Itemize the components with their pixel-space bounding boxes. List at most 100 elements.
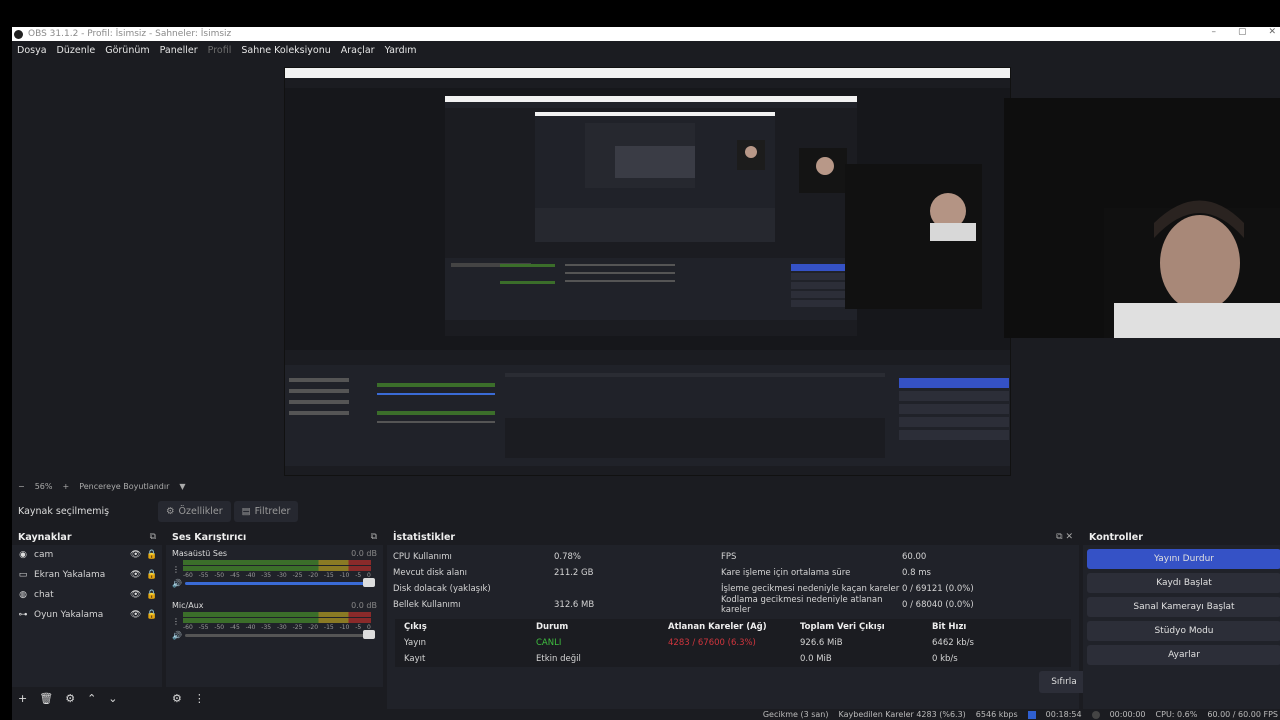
source-item-cam[interactable]: ◉ cam 👁 🔒 — [12, 545, 162, 565]
start-recording-button[interactable]: Kaydı Başlat — [1087, 573, 1280, 593]
stats-title: İstatistikler — [393, 531, 456, 543]
move-up-icon[interactable]: ⌃ — [87, 692, 96, 705]
volume-meter: -60 -55 -50 -45 -40 -35 -30 -25 -20 -15 -10 -5 0 — [183, 612, 371, 631]
table-header: Çıkış Durum Atlanan Kareler (Ağ) Toplam Ver… — [404, 622, 967, 632]
zoom-out-button[interactable]: − — [18, 482, 25, 491]
obs-window: OBS 31.1.2 - Profil: İsimsiz - Sahneler:… — [12, 27, 1280, 720]
preview-area[interactable] — [12, 60, 1280, 478]
gear-icon[interactable]: ⚙ — [65, 692, 75, 705]
channel-name: Masaüstü Ses — [172, 549, 228, 558]
lock-icon[interactable]: 🔒 — [146, 550, 157, 560]
zoom-value: 56% — [34, 482, 53, 491]
dropped-frames-status: Kaybedilen Kareler 4283 (%6.3) — [838, 710, 966, 719]
eye-icon[interactable]: 👁 — [130, 590, 141, 600]
close-button[interactable]: ✕ — [1268, 27, 1276, 37]
more-options-icon[interactable]: ⋮ — [194, 692, 205, 705]
start-virtual-camera-button[interactable]: Sanal Kamerayı Başlat — [1087, 597, 1280, 617]
recursive-preview-image — [285, 68, 1010, 475]
zoom-in-button[interactable]: + — [62, 482, 69, 491]
bitrate-status: 6546 kbps — [975, 710, 1018, 719]
eye-icon[interactable]: 👁 — [130, 610, 141, 620]
stream-time: 00:18:54 — [1045, 710, 1082, 719]
menu-docks[interactable]: Paneller — [160, 45, 198, 56]
menu-profile[interactable]: Profil — [208, 45, 232, 56]
eye-icon[interactable]: 👁 — [130, 570, 141, 580]
lock-icon[interactable]: 🔒 — [146, 570, 157, 580]
lock-icon[interactable]: 🔒 — [146, 590, 157, 600]
controls-dock: Kontroller Yayını Durdur Kaydı Başlat Sa… — [1083, 529, 1280, 709]
table-row: Kayıt Etkin değil 0.0 MiB 0 kb/s — [404, 654, 958, 664]
record-icon — [1091, 710, 1100, 719]
controls-header: Kontroller — [1083, 529, 1280, 545]
status-bar: Gecikme (3 san) Kaybedilen Kareler 4283 … — [12, 709, 1280, 720]
properties-button[interactable]: ⚙ Özellikler — [158, 501, 231, 522]
speaker-icon[interactable]: 🔊 — [172, 579, 182, 588]
stats-row: Mevcut disk alanı 211.2 GB Kare işleme iç… — [393, 568, 931, 578]
mixer-title: Ses Karıştırıcı — [172, 531, 247, 543]
fit-to-window-label[interactable]: Pencereye Boyutlandır — [79, 482, 169, 491]
more-options-icon[interactable]: ⋮ — [172, 565, 180, 574]
filters-button[interactable]: ▤ Filtreler — [233, 501, 299, 522]
gamepad-icon: ⊶ — [18, 610, 28, 620]
channel-db: 0.0 dB — [351, 601, 377, 610]
audio-mixer-dock: Ses Karıştırıcı ⧉ Masaüstü Ses 0.0 dB ⋮ … — [166, 529, 383, 709]
reset-button[interactable]: Sıfırla — [1039, 671, 1089, 693]
channel-db: 0.0 dB — [351, 549, 377, 558]
properties-label: Özellikler — [178, 506, 223, 517]
dropped-frames: 4283 / 67600 (6.3%) — [668, 638, 756, 648]
source-label: chat — [34, 590, 54, 600]
title-bar: OBS 31.1.2 - Profil: İsimsiz - Sahneler:… — [12, 27, 1280, 41]
minimize-button[interactable]: – — [1211, 27, 1216, 37]
move-down-icon[interactable]: ⌄ — [108, 692, 117, 705]
preview-canvas[interactable] — [284, 67, 1011, 476]
eye-icon[interactable]: 👁 — [130, 550, 141, 560]
source-item-game-capture[interactable]: ⊶ Oyun Yakalama 👁 🔒 — [12, 605, 162, 625]
settings-button[interactable]: Ayarlar — [1087, 645, 1280, 665]
stop-streaming-button[interactable]: Yayını Durdur — [1087, 549, 1280, 569]
fps-status: 60.00 / 60.00 FPS — [1207, 710, 1278, 719]
filters-label: Filtreler — [254, 506, 291, 517]
close-icon[interactable]: ✕ — [1065, 532, 1073, 542]
stream-live-icon — [1027, 710, 1036, 719]
menu-help[interactable]: Yardım — [385, 45, 417, 56]
more-options-icon[interactable]: ⋮ — [172, 617, 180, 626]
source-toolbar: Kaynak seçilmemiş ⚙ Özellikler ▤ Filtrel… — [12, 499, 1280, 524]
source-item-chat[interactable]: ◍ chat 👁 🔒 — [12, 585, 162, 605]
mixer-footer: ⚙ ⋮ — [166, 687, 383, 709]
studio-mode-button[interactable]: Stüdyo Modu — [1087, 621, 1280, 641]
globe-icon: ◍ — [19, 590, 27, 600]
dock-float-icon[interactable]: ⧉ — [371, 532, 377, 542]
controls-title: Kontroller — [1089, 531, 1143, 543]
sources-header: Kaynaklar ⧉ — [12, 529, 162, 545]
maximize-button[interactable]: ▢ — [1238, 27, 1247, 37]
add-source-icon[interactable]: + — [18, 692, 27, 705]
advanced-audio-icon[interactable]: ⚙ — [172, 692, 182, 705]
source-label: Ekran Yakalama — [34, 570, 106, 580]
menu-scene-collection[interactable]: Sahne Koleksiyonu — [241, 45, 330, 56]
zoom-bar: − 56% + Pencereye Boyutlandır ▼ — [12, 479, 1280, 494]
volume-slider[interactable] — [184, 630, 375, 639]
menu-tools[interactable]: Araçlar — [341, 45, 375, 56]
source-item-screen-capture[interactable]: ▭ Ekran Yakalama 👁 🔒 — [12, 565, 162, 585]
webcam-overlay — [1004, 98, 1280, 338]
source-label: Oyun Yakalama — [34, 610, 104, 620]
lock-icon[interactable]: 🔒 — [146, 610, 157, 620]
menu-view[interactable]: Görünüm — [105, 45, 149, 56]
stats-header: İstatistikler ⧉ ✕ — [387, 529, 1079, 545]
mixer-header: Ses Karıştırıcı ⧉ — [166, 529, 383, 545]
sources-dock: Kaynaklar ⧉ ◉ cam 👁 🔒 ▭ Ekran Yakalama 👁… — [12, 529, 162, 709]
no-source-label: Kaynak seçilmemiş — [18, 506, 110, 517]
chevron-down-icon[interactable]: ▼ — [179, 482, 185, 491]
speaker-icon[interactable]: 🔊 — [172, 631, 182, 640]
menu-edit[interactable]: Düzenle — [57, 45, 96, 56]
source-label: cam — [34, 550, 54, 560]
gear-icon: ⚙ — [166, 506, 175, 517]
mixer-channel-desktop: Masaüstü Ses 0.0 dB ⋮ -60 -55 -50 -45 -40 -35… — [166, 545, 383, 597]
delay-status: Gecikme (3 san) — [762, 710, 829, 719]
trash-icon[interactable]: 🗑 — [39, 692, 53, 705]
dock-float-icon[interactable]: ⧉ — [150, 532, 156, 542]
menu-file[interactable]: Dosya — [17, 45, 47, 56]
dock-float-icon[interactable]: ⧉ — [1056, 532, 1062, 542]
volume-meter: -60 -55 -50 -45 -40 -35 -30 -25 -20 -15 -10 -5 0 — [183, 560, 371, 579]
volume-slider[interactable] — [184, 578, 375, 587]
